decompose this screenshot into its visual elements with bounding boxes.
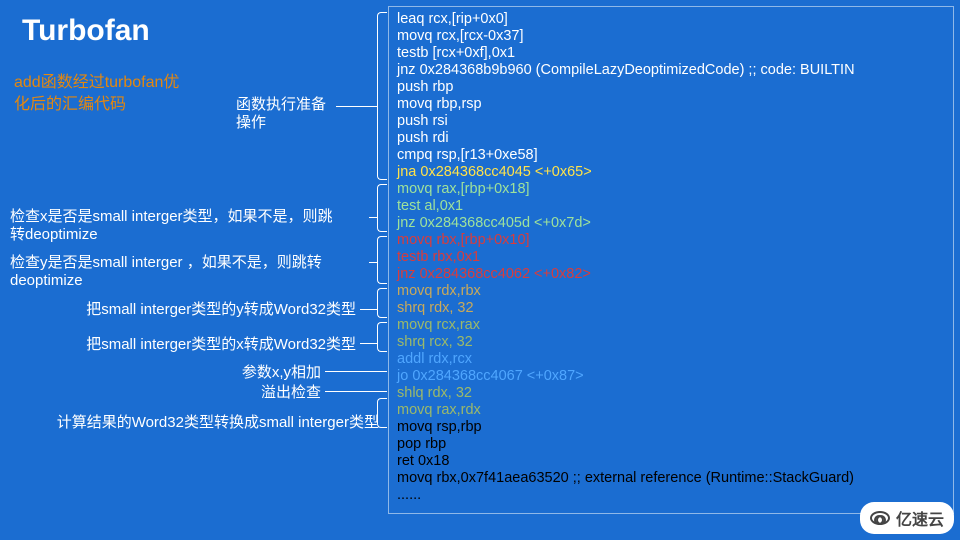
asm-line: testb [rcx+0xf],0x1 — [397, 45, 945, 62]
asm-line: movq rax,[rbp+0x18] — [397, 181, 945, 198]
asm-line: movq rax,rdx — [397, 402, 945, 419]
asm-line: jna 0x284368cc4045 <+0x65> — [397, 164, 945, 181]
asm-line: test al,0x1 — [397, 198, 945, 215]
brace-check-y — [377, 236, 387, 284]
brace-check-x — [377, 184, 387, 232]
watermark-text: 亿速云 — [896, 506, 944, 530]
conn-conv-y — [360, 309, 377, 310]
asm-line: testb rbx,0x1 — [397, 249, 945, 266]
asm-line: cmpq rsp,[r13+0xe58] — [397, 147, 945, 164]
asm-line: ret 0x18 — [397, 453, 945, 470]
asm-line: jnz 0x284368cc405d <+0x7d> — [397, 215, 945, 232]
annot-check-x-l1: 检查x是否是small interger类型，如果不是，则跳 — [10, 208, 333, 225]
subtitle-line2: 化后的汇编代码 — [14, 96, 126, 113]
subtitle-line1: add函数经过turbofan优 — [14, 74, 179, 91]
annot-overflow: 溢出检查 — [261, 384, 321, 402]
asm-line: jnz 0x284368cc4062 <+0x82> — [397, 266, 945, 283]
annot-check-x: 检查x是否是small interger类型，如果不是，则跳 转deoptimi… — [10, 208, 370, 244]
asm-line: addl rdx,rcx — [397, 351, 945, 368]
brace-conv-y — [377, 288, 387, 318]
asm-line: movq rdx,rbx — [397, 283, 945, 300]
conn-check-y — [369, 262, 377, 263]
annot-conv-y: 把small interger类型的y转成Word32类型 — [86, 301, 356, 319]
subtitle: add函数经过turbofan优 化后的汇编代码 — [14, 72, 224, 117]
annot-result: 计算结果的Word32类型转换成small interger类型 — [57, 414, 379, 432]
asm-line: shrq rdx, 32 — [397, 300, 945, 317]
annot-check-y-l1: 检查y是否是small interger ，如果不是，则跳转 — [10, 254, 322, 271]
brace-prep — [377, 12, 387, 180]
asm-line: movq rbx,0x7f41aea63520 ;; external refe… — [397, 470, 945, 487]
asm-line: movq rbx,[rbp+0x10] — [397, 232, 945, 249]
conn-add — [325, 371, 387, 372]
brace-conv-x — [377, 322, 387, 352]
asm-code-panel: leaq rcx,[rip+0x0]movq rcx,[rcx-0x37]tes… — [388, 6, 954, 514]
asm-line: push rdi — [397, 130, 945, 147]
page-title: Turbofan — [22, 14, 150, 48]
asm-line: push rsi — [397, 113, 945, 130]
annot-add: 参数x,y相加 — [242, 364, 321, 382]
asm-line: movq rcx,[rcx-0x37] — [397, 28, 945, 45]
conn-prep — [336, 106, 377, 107]
watermark-badge: 亿速云 — [860, 502, 954, 534]
annot-prep-l1: 函数执行准备 — [236, 96, 326, 113]
conn-check-x — [369, 217, 377, 218]
annot-conv-x: 把small interger类型的x转成Word32类型 — [86, 336, 356, 354]
conn-conv-x — [360, 343, 377, 344]
annot-check-x-l2: 转deoptimize — [10, 226, 98, 243]
annot-prep: 函数执行准备 操作 — [236, 96, 326, 132]
asm-line: jo 0x284368cc4067 <+0x87> — [397, 368, 945, 385]
asm-line: jnz 0x284368b9b960 (CompileLazyDeoptimiz… — [397, 62, 945, 79]
asm-line: push rbp — [397, 79, 945, 96]
brace-result — [377, 398, 387, 428]
asm-line: movq rbp,rsp — [397, 96, 945, 113]
asm-line: movq rcx,rax — [397, 317, 945, 334]
annot-check-y: 检查y是否是small interger ，如果不是，则跳转 deoptimiz… — [10, 254, 370, 290]
asm-line: ...... — [397, 487, 945, 504]
conn-overflow — [325, 391, 387, 392]
asm-line: shlq rdx, 32 — [397, 385, 945, 402]
asm-line: movq rsp,rbp — [397, 419, 945, 436]
annot-prep-l2: 操作 — [236, 114, 266, 131]
asm-line: pop rbp — [397, 436, 945, 453]
asm-line: shrq rcx, 32 — [397, 334, 945, 351]
watermark-logo-icon — [870, 511, 890, 525]
asm-line: leaq rcx,[rip+0x0] — [397, 11, 945, 28]
annot-check-y-l2: deoptimize — [10, 272, 83, 289]
